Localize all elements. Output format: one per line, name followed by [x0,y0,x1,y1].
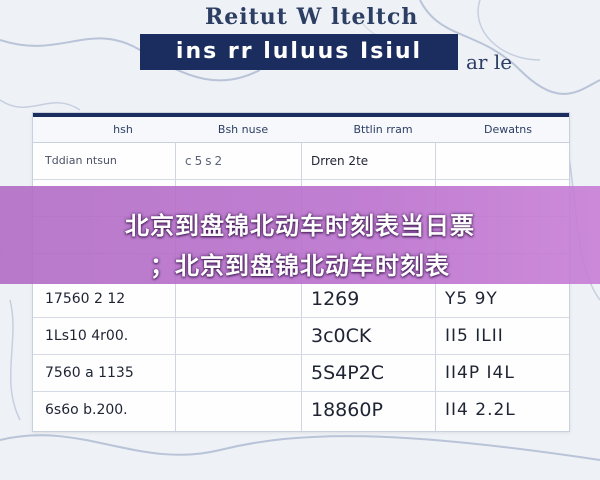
table-cell [185,392,295,428]
table-cell: 7560 a 1135 [45,365,134,381]
table-cell [185,355,295,391]
column-header: Bttlin rram [353,123,413,136]
table-row: 6s6o b.200. 18860P II4 2.2L [33,392,569,429]
table-cell [185,281,295,317]
table-cell: 6s6o b.200. [45,402,128,418]
table-row: 17560 2 12 1269 Y5 9Y [33,281,569,318]
poster-title-top: Reitut W lteltch [205,4,419,30]
table-cell: II4 2.2L [445,400,516,420]
table-cell: II5 ILII [445,326,504,346]
table-cell: 1Ls10 4r00. [45,328,129,344]
table-cell: c5s2 [185,154,226,168]
table-cell: II4P I4L [445,363,515,383]
table-cell: 18860P [311,399,383,421]
table-header: hsh Bsh nuse Bttlin rram Dewatns [33,113,569,143]
column-header: Bsh nuse [217,123,269,136]
banner-title-line-2: ；北京到盘锦北动车时刻表 [150,252,450,280]
table-cell: 1269 [311,288,360,310]
table-row: 7560 a 1135 5S4P2C II4P I4L [33,355,569,392]
table-row: Tddian ntsun c5s2 Drren 2te [33,143,569,180]
table-cell [445,143,561,179]
table-cell: Y5 9Y [445,289,498,309]
table-cell: 17560 2 12 [45,291,126,307]
table-cell: 3c0CK [311,325,372,347]
table-cell: Drren 2te [311,154,369,168]
poster-title-side: ar le [466,50,513,74]
column-header: Dewatns [484,123,532,136]
poster-title-bar: ins rr luluus Isiul [140,34,458,70]
table-cell: Tddian ntsun [45,154,117,167]
table-cell [185,318,295,354]
table-row: 1Ls10 4r00. 3c0CK II5 ILII [33,318,569,355]
table-cell: 5S4P2C [311,362,385,384]
banner-title-line-1: 北京到盘锦北动车时刻表当日票 [125,212,475,240]
column-header: hsh [113,123,133,136]
